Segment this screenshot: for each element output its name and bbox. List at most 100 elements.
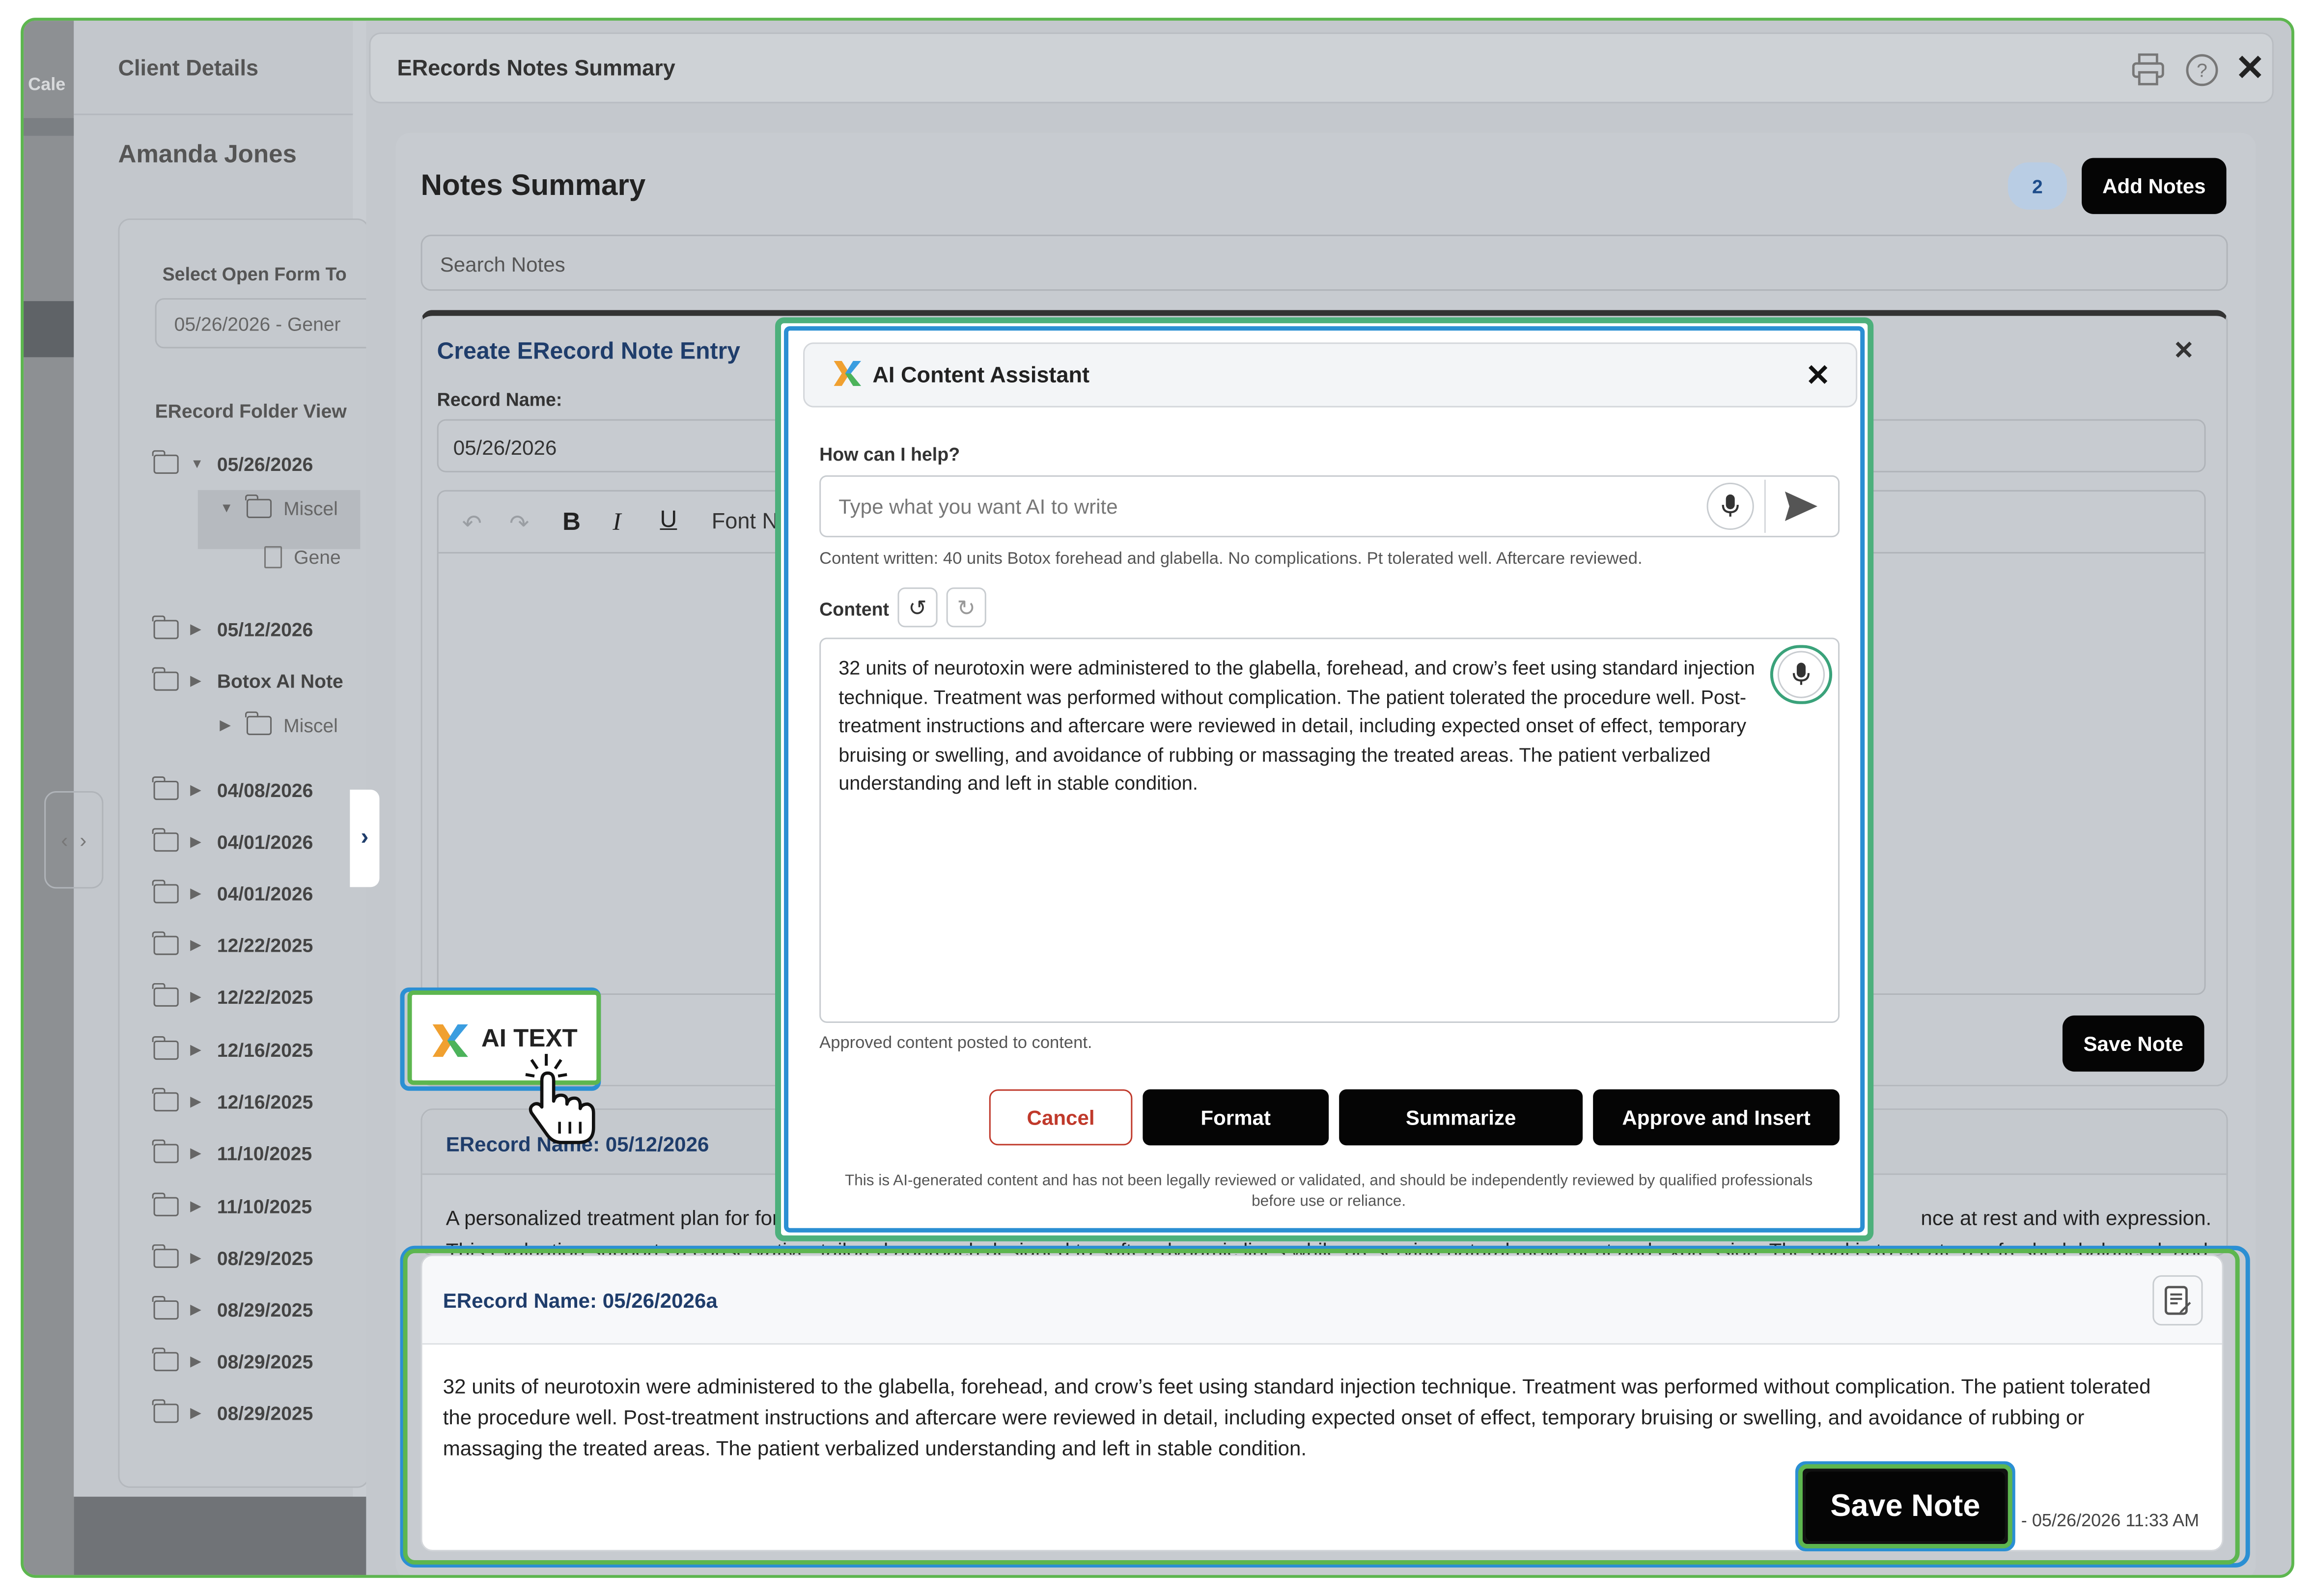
close-entry-icon[interactable]: ✕: [2173, 336, 2194, 366]
close-icon[interactable]: ✕: [1806, 357, 1830, 394]
tree-item[interactable]: ▼ Miscel: [220, 493, 338, 523]
print-icon[interactable]: [2130, 53, 2166, 85]
sidebar-collapse-toggle[interactable]: ‹ ›: [44, 791, 104, 889]
folder-icon: [152, 775, 179, 799]
tree-item[interactable]: ▶ 08/29/2025: [152, 1243, 313, 1272]
tree-item[interactable]: ▶ 04/01/2026: [152, 878, 313, 908]
folder-icon: [152, 1295, 179, 1319]
caret-right-icon[interactable]: ▶: [191, 1145, 205, 1161]
summarize-button[interactable]: Summarize: [1339, 1089, 1583, 1146]
ai-status-text: Approved content posted to content.: [819, 1034, 1092, 1053]
tree-item[interactable]: ▶ 12/22/2025: [152, 930, 313, 960]
content-textarea[interactable]: 32 units of neurotoxin were administered…: [819, 637, 1840, 1023]
tree-item[interactable]: ▶ 11/10/2025: [152, 1138, 312, 1167]
tree-item-label: 04/08/2026: [217, 778, 313, 801]
approve-insert-button[interactable]: Approve and Insert: [1593, 1089, 1840, 1146]
close-icon[interactable]: ✕: [2235, 47, 2265, 90]
caret-down-icon[interactable]: ▼: [191, 456, 205, 471]
caret-right-icon[interactable]: ▶: [191, 621, 205, 637]
caret-right-icon[interactable]: ▶: [191, 1042, 205, 1058]
folder-icon: [152, 614, 179, 638]
tree-item-label: 04/01/2026: [217, 830, 313, 853]
tree-item[interactable]: ▶ 05/12/2026: [152, 614, 313, 643]
tree-item-label: Botox AI Note: [217, 669, 343, 692]
caret-right-icon[interactable]: ▶: [191, 1198, 205, 1214]
undo-icon[interactable]: ↶: [462, 509, 482, 539]
folder-view-label: ERecord Folder View: [155, 400, 347, 422]
help-icon[interactable]: ?: [2185, 53, 2219, 87]
notes-summary-title: Notes Summary: [420, 169, 646, 202]
caret-right-icon[interactable]: ▶: [191, 1301, 205, 1318]
note-2-timestamp: - 05/26/2026 11:33 AM: [2021, 1510, 2200, 1531]
microphone-icon[interactable]: [1706, 482, 1754, 530]
caret-right-icon[interactable]: ▶: [191, 936, 205, 953]
caret-right-icon[interactable]: ▶: [191, 672, 205, 688]
svg-text:?: ?: [2197, 60, 2207, 81]
content-redo-icon[interactable]: ↻: [946, 587, 986, 628]
content-microphone-highlight[interactable]: [1770, 645, 1833, 704]
caret-right-icon[interactable]: ▶: [220, 716, 235, 733]
prompt-input[interactable]: Type what you want AI to write: [819, 475, 1840, 538]
folder-icon: [152, 1347, 179, 1371]
tree-item[interactable]: ▶ 08/29/2025: [152, 1346, 313, 1376]
font-name-dropdown[interactable]: Font N: [712, 509, 778, 534]
caret-right-icon[interactable]: ▶: [191, 1353, 205, 1369]
caret-right-icon[interactable]: ▶: [191, 782, 205, 798]
tree-item[interactable]: ▶ 11/10/2025: [152, 1191, 312, 1221]
tree-item[interactable]: ▶ 04/01/2026: [152, 826, 313, 856]
search-notes-input[interactable]: Search Notes: [420, 234, 2228, 291]
content-text: 32 units of neurotoxin were administered…: [838, 657, 1755, 795]
folder-icon: [246, 711, 272, 735]
caret-right-icon[interactable]: ▶: [191, 885, 205, 901]
format-button[interactable]: Format: [1143, 1089, 1329, 1146]
tree-item-label: 08/29/2025: [217, 1246, 313, 1269]
tree-item[interactable]: ▶ 04/08/2026: [152, 775, 313, 804]
caret-right-icon[interactable]: ▶: [191, 988, 205, 1004]
left-nav-active[interactable]: [24, 301, 74, 358]
tree-item[interactable]: ▼ 05/26/2026: [152, 449, 313, 478]
tree-item-label: 12/16/2025: [217, 1090, 313, 1112]
tree-item-label: 05/26/2026: [217, 452, 313, 475]
tree-item-label: 08/29/2025: [217, 1298, 313, 1321]
hand-cursor-icon: [520, 1051, 611, 1153]
underline-icon[interactable]: U: [660, 508, 677, 534]
expand-panel-toggle[interactable]: ›: [350, 790, 380, 887]
ai-disclaimer: This is AI-generated content and has not…: [844, 1172, 1813, 1211]
tree-item[interactable]: ▶ 12/22/2025: [152, 982, 313, 1011]
tree-item[interactable]: ▶ 12/16/2025: [152, 1035, 313, 1064]
add-notes-button[interactable]: Add Notes: [2082, 158, 2227, 214]
calendar-tab-label[interactable]: Cale: [28, 74, 65, 94]
caret-right-icon[interactable]: ▶: [191, 833, 205, 850]
bold-icon[interactable]: B: [562, 508, 581, 537]
caret-down-icon[interactable]: ▼: [220, 500, 235, 515]
folder-icon: [152, 449, 179, 473]
select-form-dropdown[interactable]: 05/26/2026 - Gener: [155, 298, 377, 349]
tree-item[interactable]: ▶ 12/16/2025: [152, 1086, 313, 1116]
italic-icon[interactable]: I: [613, 508, 621, 537]
record-name-label: Record Name:: [437, 389, 562, 411]
tree-item-label: 04/01/2026: [217, 881, 313, 904]
save-note-button-top[interactable]: Save Note: [2062, 1015, 2204, 1072]
folder-icon: [152, 1243, 179, 1267]
save-note-button[interactable]: Save Note: [1805, 1471, 2005, 1541]
tree-item[interactable]: ▶ 08/29/2025: [152, 1294, 313, 1324]
folder-icon: [152, 982, 179, 1006]
ai-content-assistant-modal: AI Content Assistant ✕ How can I help? T…: [784, 326, 1865, 1233]
chevron-left-icon: ‹: [61, 828, 68, 852]
folder-icon: [246, 494, 272, 518]
tree-item[interactable]: ▶ Miscel: [220, 710, 338, 740]
note-2-text: 32 units of neurotoxin were administered…: [443, 1374, 2151, 1460]
caret-right-icon[interactable]: ▶: [191, 1404, 205, 1421]
edit-note-icon[interactable]: [2152, 1275, 2203, 1326]
tree-item[interactable]: ▶ Botox AI Note: [152, 666, 343, 695]
tree-item[interactable]: Gene: [264, 542, 341, 571]
caret-right-icon[interactable]: ▶: [191, 1249, 205, 1266]
folder-icon: [152, 1192, 179, 1216]
content-undo-icon[interactable]: ↺: [897, 587, 938, 628]
tree-item[interactable]: ▶ 08/29/2025: [152, 1398, 313, 1427]
redo-icon[interactable]: ↷: [509, 509, 529, 539]
cancel-button[interactable]: Cancel: [989, 1089, 1133, 1146]
ai-modal-title: AI Content Assistant: [872, 363, 1090, 388]
caret-right-icon[interactable]: ▶: [191, 1093, 205, 1109]
send-icon[interactable]: [1784, 490, 1819, 530]
